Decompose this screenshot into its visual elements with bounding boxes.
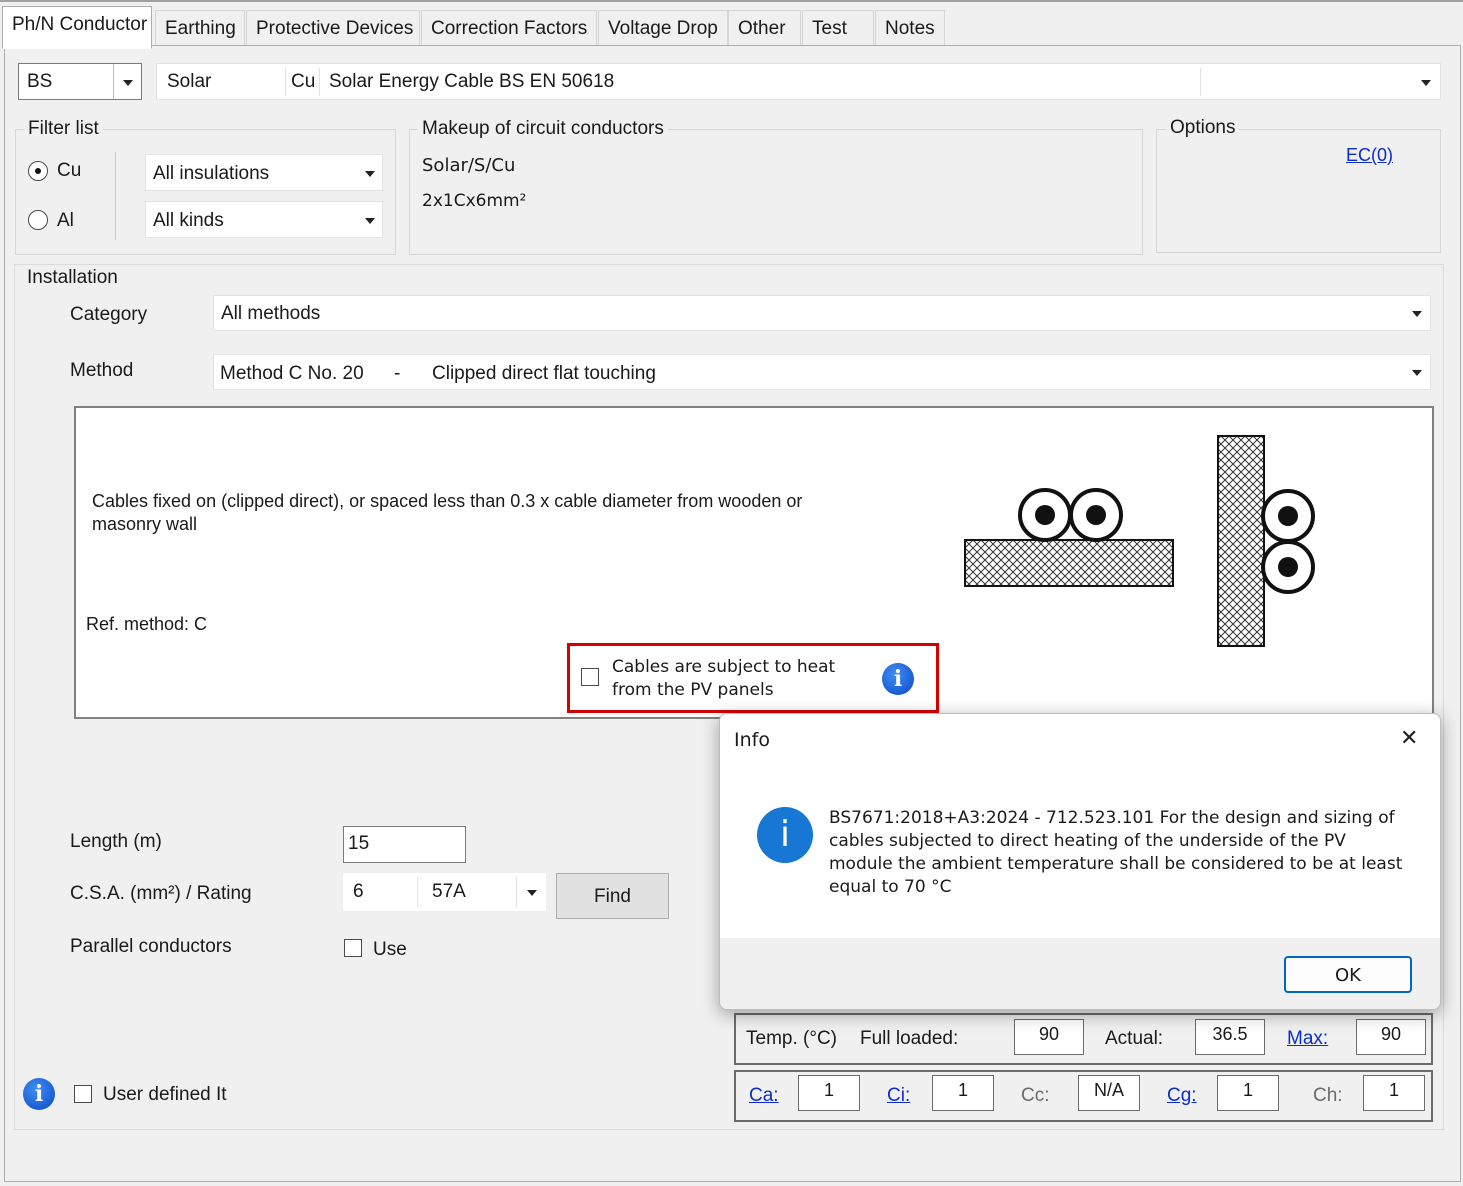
rating-value: 57A [432,881,466,902]
cable-description-value: Solar Energy Cable BS EN 50618 [329,71,615,92]
cg-value: 1 [1217,1075,1279,1111]
csa-label: C.S.A. (mm²) / Rating [70,883,252,904]
dialog-message: BS7671:2018+A3:2024 - 712.523.101 For th… [829,808,1403,897]
full-loaded-value: 90 [1014,1019,1084,1055]
chevron-down-icon [1412,370,1422,376]
cable-type-value: Solar [167,71,212,92]
info-icon[interactable]: i [882,663,914,695]
chevron-down-icon [527,890,537,896]
dialog-titlebar: Info ✕ [720,714,1440,766]
actual-value: 36.5 [1195,1019,1265,1055]
tab-earthing[interactable]: Earthing [155,10,245,47]
kinds-combo[interactable]: All kinds [145,201,383,238]
csa-rating-combo[interactable]: 6 57A [343,873,546,911]
length-value: 15 [348,833,370,854]
user-defined-label: User defined It [103,1084,227,1105]
close-icon[interactable]: ✕ [1400,726,1418,751]
ch-label: Ch: [1313,1085,1343,1106]
max-link[interactable]: Max: [1287,1028,1328,1050]
method-code: Method C No. 20 [220,363,364,384]
ok-button[interactable]: OK [1284,956,1412,993]
pv-heat-label: Cables are subject to heat from the PV p… [612,657,836,700]
category-value: All methods [221,303,321,324]
temperature-row: Temp. (°C) Full loaded: 90 Actual: 36.5 … [734,1013,1433,1065]
wall-surface-horizontal [964,539,1174,587]
wall-surface-vertical [1217,435,1265,647]
max-value: 90 [1356,1019,1426,1055]
ci-value: 1 [932,1075,994,1111]
options-title: Options [1166,117,1240,139]
radio-al-label: Al [57,210,74,231]
tab-other[interactable]: Other [728,10,801,47]
kinds-value: All kinds [153,210,224,231]
parallel-use-checkbox[interactable] [344,939,362,957]
radio-al[interactable] [28,210,48,230]
pv-heat-checkbox[interactable] [581,668,599,686]
cc-label: Cc: [1021,1085,1050,1106]
chevron-down-icon [1412,311,1422,317]
actual-label: Actual: [1105,1028,1164,1049]
chevron-down-icon [1421,80,1431,86]
length-label: Length (m) [70,831,162,852]
installation-title: Installation [23,267,122,289]
ca-value: 1 [798,1075,860,1111]
csa-value: 6 [353,881,364,902]
tab-correction-factors[interactable]: Correction Factors [421,10,597,47]
installation-diagram [964,435,1315,647]
full-loaded-label: Full loaded: [860,1028,959,1049]
cg-link[interactable]: Cg: [1167,1085,1197,1107]
parallel-label: Parallel conductors [70,936,232,957]
options-group [1156,129,1441,253]
length-input[interactable]: 15 [343,826,466,863]
tab-test[interactable]: Test [802,10,874,47]
chevron-down-icon [365,171,375,177]
method-dash: - [394,363,401,384]
makeup-line2: 2x1Cx6mm² [422,191,527,211]
cc-value: N/A [1078,1075,1140,1111]
factors-row: Ca: 1 Ci: 1 Cc: N/A Cg: 1 Ch: 1 [734,1070,1433,1122]
filter-divider [115,152,116,240]
filter-list-title: Filter list [24,118,103,140]
radio-cu[interactable] [28,161,48,181]
dialog-title: Info [734,729,770,751]
ch-value: 1 [1363,1075,1425,1111]
ref-method: Ref. method: C [86,614,208,634]
info-dialog: Info ✕ i BS7671:2018+A3:2024 - 712.523.1… [719,713,1441,1010]
makeup-title: Makeup of circuit conductors [418,118,668,140]
tab-ph-n-conductor[interactable]: Ph/N Conductor [2,6,152,49]
insulations-value: All insulations [153,163,270,184]
info-icon: i [757,807,813,863]
ca-link[interactable]: Ca: [749,1085,779,1107]
chevron-down-icon [365,218,375,224]
info-icon[interactable]: i [23,1078,55,1110]
parallel-use-label: Use [373,939,407,960]
dialog-body: i BS7671:2018+A3:2024 - 712.523.101 For … [720,766,1440,938]
tab-strip: Ph/N Conductor Earthing Protective Devic… [0,0,1463,49]
method-description-text: Cables fixed on (clipped direct), or spa… [92,491,803,534]
standard-value: BS [27,71,53,92]
ec-link[interactable]: EC(0) [1346,145,1393,166]
find-button[interactable]: Find [556,873,669,919]
category-label: Category [70,304,148,325]
pv-heat-highlight: Cables are subject to heat from the PV p… [567,643,939,713]
standard-combo[interactable]: BS [18,63,142,100]
insulations-combo[interactable]: All insulations [145,154,383,191]
category-combo[interactable]: All methods [213,295,1431,331]
makeup-line1: Solar/S/Cu [422,155,516,176]
radio-cu-label: Cu [57,160,82,181]
tab-notes[interactable]: Notes [875,10,945,47]
temp-label: Temp. (°C) [746,1028,837,1049]
tab-protective-devices[interactable]: Protective Devices [246,10,420,47]
user-defined-checkbox[interactable] [74,1085,92,1103]
method-description: Clipped direct flat touching [432,363,656,384]
cable-type-combo[interactable]: Solar Cu Solar Energy Cable BS EN 50618 [156,63,1441,100]
cable-material-value: Cu [291,71,316,92]
method-label: Method [70,360,134,381]
method-combo[interactable]: Method C No. 20 - Clipped direct flat to… [213,354,1431,390]
dialog-footer: OK [720,938,1440,1009]
ci-link[interactable]: Ci: [887,1085,910,1107]
chevron-down-icon [123,80,133,86]
tab-voltage-drop[interactable]: Voltage Drop [598,10,728,47]
